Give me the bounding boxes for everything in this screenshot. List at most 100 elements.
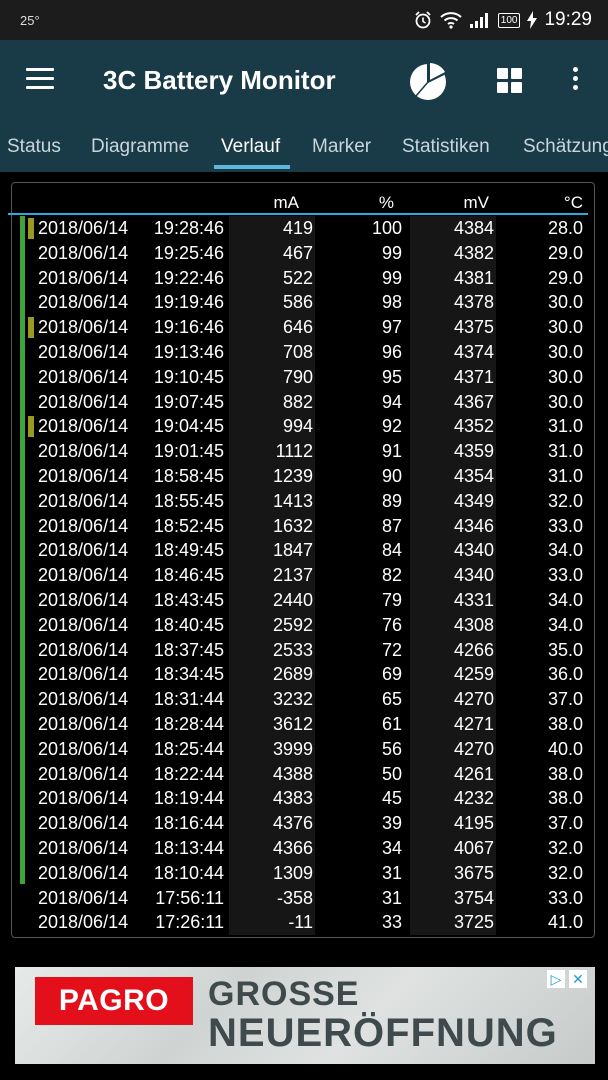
ad-close-icon[interactable]: ✕ [569, 970, 587, 988]
table-row[interactable]: 2018/06/14 19:04:45 994 92 4352 31.0 [0, 414, 608, 440]
row-date: 2018/06/14 [38, 738, 129, 759]
row-time: 18:16:44 [153, 813, 224, 834]
row-temperature: 33.0 [547, 887, 583, 908]
app-title: 3C Battery Monitor [103, 65, 336, 95]
table-row[interactable]: 2018/06/14 19:25:46 467 99 4382 29.0 [0, 240, 608, 266]
ad-logo: PAGRO [35, 977, 193, 1025]
row-time: 18:31:44 [153, 689, 224, 710]
row-date: 2018/06/14 [38, 614, 129, 635]
row-time: 18:58:45 [153, 466, 224, 486]
row-percent: 50 [381, 763, 402, 784]
row-temperature: 38.0 [547, 714, 583, 734]
row-date: 2018/06/14 [38, 242, 129, 263]
row-percent: 45 [381, 788, 402, 809]
row-time: 18:37:45 [153, 639, 224, 660]
ad-info-icon[interactable]: ▷ [547, 970, 565, 988]
row-voltage-mv: 3725 [453, 912, 494, 933]
row-percent: 65 [381, 689, 402, 710]
table-row[interactable]: 2018/06/14 18:25:44 3999 56 4270 40.0 [0, 736, 608, 762]
row-voltage-mv: 4374 [453, 342, 494, 362]
table-row[interactable]: 2018/06/14 18:13:44 4366 34 4067 32.0 [0, 836, 608, 861]
status-clock: 19:29 [544, 9, 592, 30]
charging-indicator-bar [20, 216, 25, 884]
row-time: 19:13:46 [153, 342, 224, 362]
row-date: 2018/06/14 [38, 639, 129, 660]
table-row[interactable]: 2018/06/14 19:19:46 586 98 4378 30.0 [0, 290, 608, 316]
row-current-ma: 3612 [272, 714, 313, 734]
row-voltage-mv: 4308 [453, 614, 494, 635]
pie-chart-icon[interactable] [408, 62, 448, 107]
table-row[interactable]: 2018/06/14 18:58:45 1239 90 4354 31.0 [0, 464, 608, 489]
table-row[interactable]: 2018/06/14 17:56:11 -358 31 3754 33.0 [0, 885, 608, 911]
table-row[interactable]: 2018/06/14 18:46:45 2137 82 4340 33.0 [0, 563, 608, 589]
row-temperature: 32.0 [547, 490, 583, 511]
marker-flag [28, 317, 34, 339]
tab-statistiken[interactable]: Statistiken [402, 136, 490, 158]
table-row[interactable]: 2018/06/14 18:37:45 2533 72 4266 35.0 [0, 637, 608, 663]
row-time: 19:16:46 [153, 317, 224, 338]
row-percent: 91 [381, 441, 402, 462]
table-row[interactable]: 2018/06/14 18:55:45 1413 89 4349 32.0 [0, 488, 608, 514]
battery-icon: 100 [497, 12, 521, 28]
tab-verlauf[interactable]: Verlauf [221, 136, 280, 158]
row-temperature: 35.0 [547, 639, 583, 660]
row-date: 2018/06/14 [38, 366, 129, 387]
row-current-ma: 2137 [272, 565, 313, 586]
table-row[interactable]: 2018/06/14 19:01:45 1112 91 4359 31.0 [0, 439, 608, 465]
row-voltage-mv: 4359 [453, 441, 494, 462]
table-row[interactable]: 2018/06/14 19:13:46 708 96 4374 30.0 [0, 340, 608, 365]
table-row[interactable]: 2018/06/14 18:43:45 2440 79 4331 34.0 [0, 588, 608, 613]
table-row[interactable]: 2018/06/14 18:28:44 3612 61 4271 38.0 [0, 712, 608, 737]
row-voltage-mv: 4346 [453, 515, 494, 536]
row-time: 18:55:45 [153, 490, 224, 511]
tab-status[interactable]: Status [7, 136, 61, 158]
table-row[interactable]: 2018/06/14 18:49:45 1847 84 4340 34.0 [0, 538, 608, 564]
row-percent: 61 [381, 714, 402, 734]
table-row[interactable]: 2018/06/14 18:10:44 1309 31 3675 32.0 [0, 860, 608, 886]
row-current-ma: 1239 [272, 466, 313, 486]
row-temperature: 30.0 [547, 391, 583, 412]
more-vert-icon[interactable] [570, 67, 580, 95]
ad-banner[interactable]: PAGRO GROSSE NEUERÖFFNUNG ▷ ✕ [15, 967, 595, 1064]
table-row[interactable]: 2018/06/14 18:19:44 4383 45 4232 38.0 [0, 786, 608, 812]
table-row[interactable]: 2018/06/14 19:16:46 646 97 4375 30.0 [0, 315, 608, 341]
row-temperature: 30.0 [547, 342, 583, 362]
row-temperature: 38.0 [547, 763, 583, 784]
tab-diagramme[interactable]: Diagramme [91, 136, 189, 158]
tab-schaetzung[interactable]: Schätzung [523, 136, 608, 158]
table-row[interactable]: 2018/06/14 18:16:44 4376 39 4195 37.0 [0, 811, 608, 837]
row-current-ma: 586 [282, 292, 313, 313]
table-row[interactable]: 2018/06/14 18:31:44 3232 65 4270 37.0 [0, 687, 608, 713]
row-percent: 92 [381, 416, 402, 437]
row-percent: 79 [381, 590, 402, 610]
table-row[interactable]: 2018/06/14 19:07:45 882 94 4367 30.0 [0, 389, 608, 415]
row-time: 19:28:46 [153, 218, 224, 238]
row-current-ma: 4383 [272, 788, 313, 809]
column-header-percent: % [378, 193, 394, 212]
row-voltage-mv: 4340 [453, 565, 494, 586]
row-date: 2018/06/14 [38, 267, 129, 288]
row-date: 2018/06/14 [38, 416, 129, 437]
row-time: 18:22:44 [153, 763, 224, 784]
row-voltage-mv: 4270 [453, 738, 494, 759]
row-current-ma: 2592 [272, 614, 313, 635]
table-row[interactable]: 2018/06/14 17:26:11 -11 33 3725 41.0 [0, 910, 608, 936]
grid-icon[interactable] [497, 68, 523, 94]
row-time: 19:04:45 [153, 416, 224, 437]
ad-choices[interactable]: ▷ ✕ [547, 970, 587, 988]
table-row[interactable]: 2018/06/14 18:34:45 2689 69 4259 36.0 [0, 662, 608, 688]
table-row[interactable]: 2018/06/14 19:10:45 790 95 4371 30.0 [0, 364, 608, 390]
menu-icon[interactable] [26, 68, 54, 90]
row-current-ma: -358 [276, 887, 313, 908]
table-row[interactable]: 2018/06/14 18:22:44 4388 50 4261 38.0 [0, 761, 608, 787]
tab-marker[interactable]: Marker [312, 136, 371, 158]
table-row[interactable]: 2018/06/14 18:40:45 2592 76 4308 34.0 [0, 612, 608, 638]
row-temperature: 34.0 [547, 590, 583, 610]
row-time: 19:10:45 [153, 366, 224, 387]
table-row[interactable]: 2018/06/14 19:28:46 419 100 4384 28.0 [0, 216, 608, 241]
row-time: 18:49:45 [153, 540, 224, 561]
row-voltage-mv: 4349 [453, 490, 494, 511]
table-row[interactable]: 2018/06/14 18:52:45 1632 87 4346 33.0 [0, 513, 608, 539]
row-temperature: 33.0 [547, 515, 583, 536]
table-row[interactable]: 2018/06/14 19:22:46 522 99 4381 29.0 [0, 265, 608, 291]
